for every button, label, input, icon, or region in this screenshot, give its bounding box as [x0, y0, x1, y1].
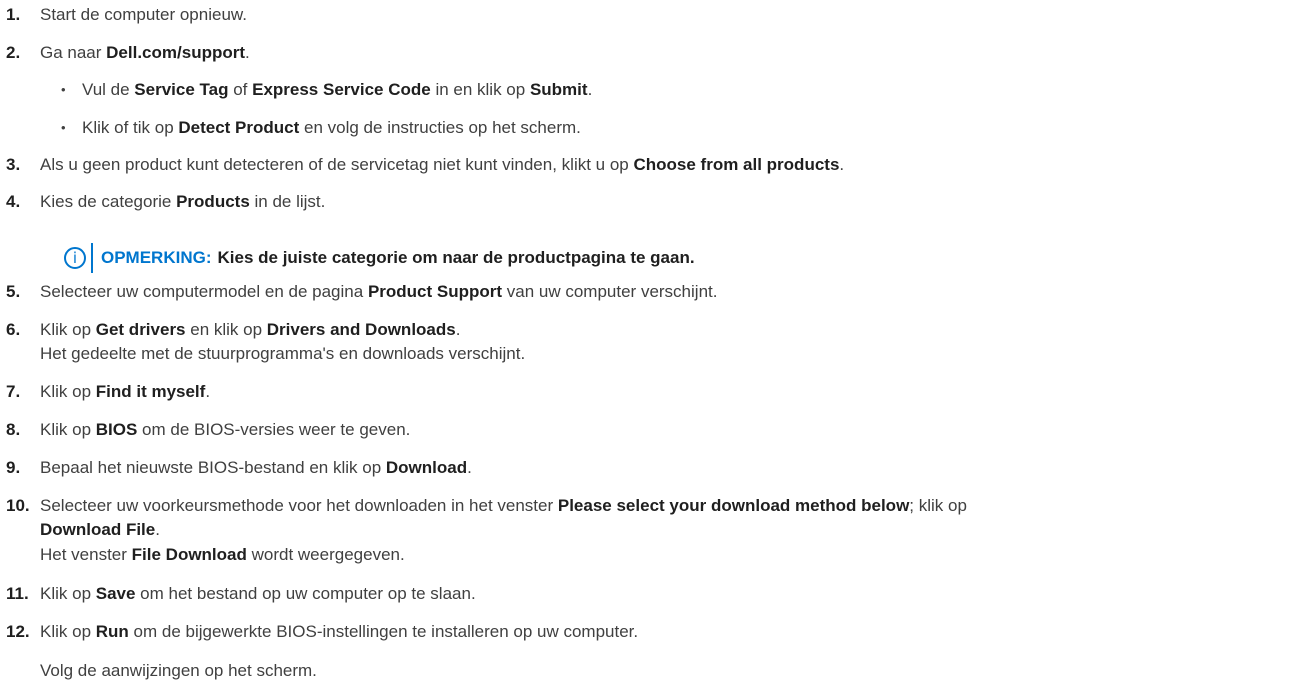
step-text: Download File. [40, 519, 160, 541]
text-run: en volg de instructies op het scherm. [299, 118, 581, 137]
step-number: 5. [6, 282, 21, 301]
text-run: Het gedeelte met de stuurprogramma's en … [40, 344, 526, 363]
text-run: Als u geen product kunt detecteren of de… [40, 155, 634, 174]
text-run: Klik op [40, 320, 96, 339]
step-number: 10. [6, 496, 30, 515]
text-run: Klik op [40, 420, 96, 439]
bold-term: Save [95, 584, 136, 603]
note-callout: i OPMERKING: Kies de juiste categorie om… [64, 243, 695, 273]
note-text: Kies de juiste categorie om naar de prod… [217, 248, 695, 267]
step-number: 8. [6, 420, 21, 439]
step-text: Het venster File Download wordt weergege… [40, 544, 405, 566]
bold-term: Product Support [367, 282, 503, 301]
text-run: Klik op [40, 382, 96, 401]
document-page: 1. Start de computer opnieuw. 2. Ga naar De… [0, 0, 1299, 692]
text-run: Vul de [82, 80, 135, 99]
text-run: Het venster [40, 545, 132, 564]
step-number: 6. [6, 320, 21, 339]
step-number: 2. [6, 43, 21, 62]
step-number: 9. [6, 458, 21, 477]
bold-term: Detect Product [178, 118, 300, 137]
bold-term: Service Tag [134, 80, 229, 99]
text-run: . [245, 43, 250, 62]
bold-term: Drivers and Downloads [266, 320, 456, 339]
step-text: Het gedeelte met de stuurprogramma's en … [40, 343, 525, 365]
step-text: Selecteer uw voorkeursmethode voor het d… [40, 495, 967, 517]
text-run: Klik op [40, 584, 96, 603]
bold-term: Please select your download method below [557, 496, 910, 515]
step-text: Klik op BIOS om de BIOS-versies weer te … [40, 419, 410, 441]
step-number: 4. [6, 192, 21, 211]
note-label: OPMERKING: [101, 248, 212, 267]
step-number: 1. [6, 5, 21, 24]
step-text: Klik op Find it myself. [40, 381, 210, 403]
text-run: . [155, 520, 160, 539]
bold-term: BIOS [95, 420, 138, 439]
bold-term: Get drivers [95, 320, 186, 339]
text-run: . [455, 320, 461, 339]
text-run: van uw computer verschijnt. [502, 282, 718, 301]
step-number: 12. [6, 622, 30, 641]
text-run: om de bijgewerkte BIOS-instellingen te i… [128, 622, 639, 641]
step-text: Start de computer opnieuw. [40, 4, 247, 26]
step-text: Kies de categorie Products in de lijst. [40, 191, 325, 213]
note-divider [91, 243, 93, 273]
bold-term: Products [176, 192, 250, 211]
step-text: Klik op Get drivers en klik op Drivers a… [40, 319, 460, 341]
text-run: Ga naar [40, 43, 107, 62]
sub-step-text: Klik of tik op Detect Product en volg de… [82, 117, 581, 139]
text-run: of [228, 80, 253, 99]
text-run: wordt weergegeven. [246, 545, 405, 564]
step-text: Klik op Run om de bijgewerkte BIOS-inste… [40, 621, 638, 643]
text-run: . [587, 80, 593, 99]
text-run: Selecteer uw voorkeursmethode voor het d… [40, 496, 558, 515]
text-run: Kies de categorie [40, 192, 177, 211]
text-run: in de lijst. [249, 192, 326, 211]
step-number: 11. [6, 584, 29, 603]
text-run: Klik op [40, 622, 96, 641]
info-icon: i [64, 247, 86, 269]
step-number: 7. [6, 382, 21, 401]
text-run: . [205, 382, 211, 401]
text-run: Start de computer opnieuw. [40, 5, 247, 24]
text-run: om het bestand op uw computer op te slaa… [135, 584, 476, 603]
bullet-icon: • [61, 120, 66, 135]
text-run: Selecteer uw computermodel en de pagina [40, 282, 368, 301]
text-run: Volg de aanwijzingen op het scherm. [40, 661, 317, 680]
bullet-icon: • [61, 82, 66, 97]
step-text: Volg de aanwijzingen op het scherm. [40, 660, 317, 682]
text-run: in en klik op [430, 80, 530, 99]
step-number: 3. [6, 155, 21, 174]
text-run: Bepaal het nieuwste BIOS-bestand en klik… [40, 458, 386, 477]
bold-term: File Download [131, 545, 247, 564]
step-text: Bepaal het nieuwste BIOS-bestand en klik… [40, 457, 472, 479]
text-run: . [839, 155, 845, 174]
text-run: ; klik op [909, 496, 967, 515]
text-run: Klik of tik op [82, 118, 179, 137]
bold-term: Find it myself [95, 382, 206, 401]
step-text: Selecteer uw computermodel en de pagina … [40, 281, 717, 303]
bold-term: Express Service Code [252, 80, 431, 99]
step-text: Klik op Save om het bestand op uw comput… [40, 583, 476, 605]
bold-term: Download File [40, 520, 156, 539]
bold-term: Run [95, 622, 129, 641]
bold-term: Submit [529, 80, 588, 99]
bold-term: Choose from all products [633, 155, 840, 174]
bold-term: Dell.com/support [106, 43, 246, 62]
text-run: en klik op [185, 320, 267, 339]
text-run: om de BIOS-versies weer te geven. [137, 420, 411, 439]
bold-term: Download [385, 458, 468, 477]
step-text: Als u geen product kunt detecteren of de… [40, 154, 844, 176]
step-text: Ga naar Dell.com/support. [40, 42, 250, 64]
sub-step-text: Vul de Service Tag of Express Service Co… [82, 79, 592, 101]
text-run: . [467, 458, 472, 477]
